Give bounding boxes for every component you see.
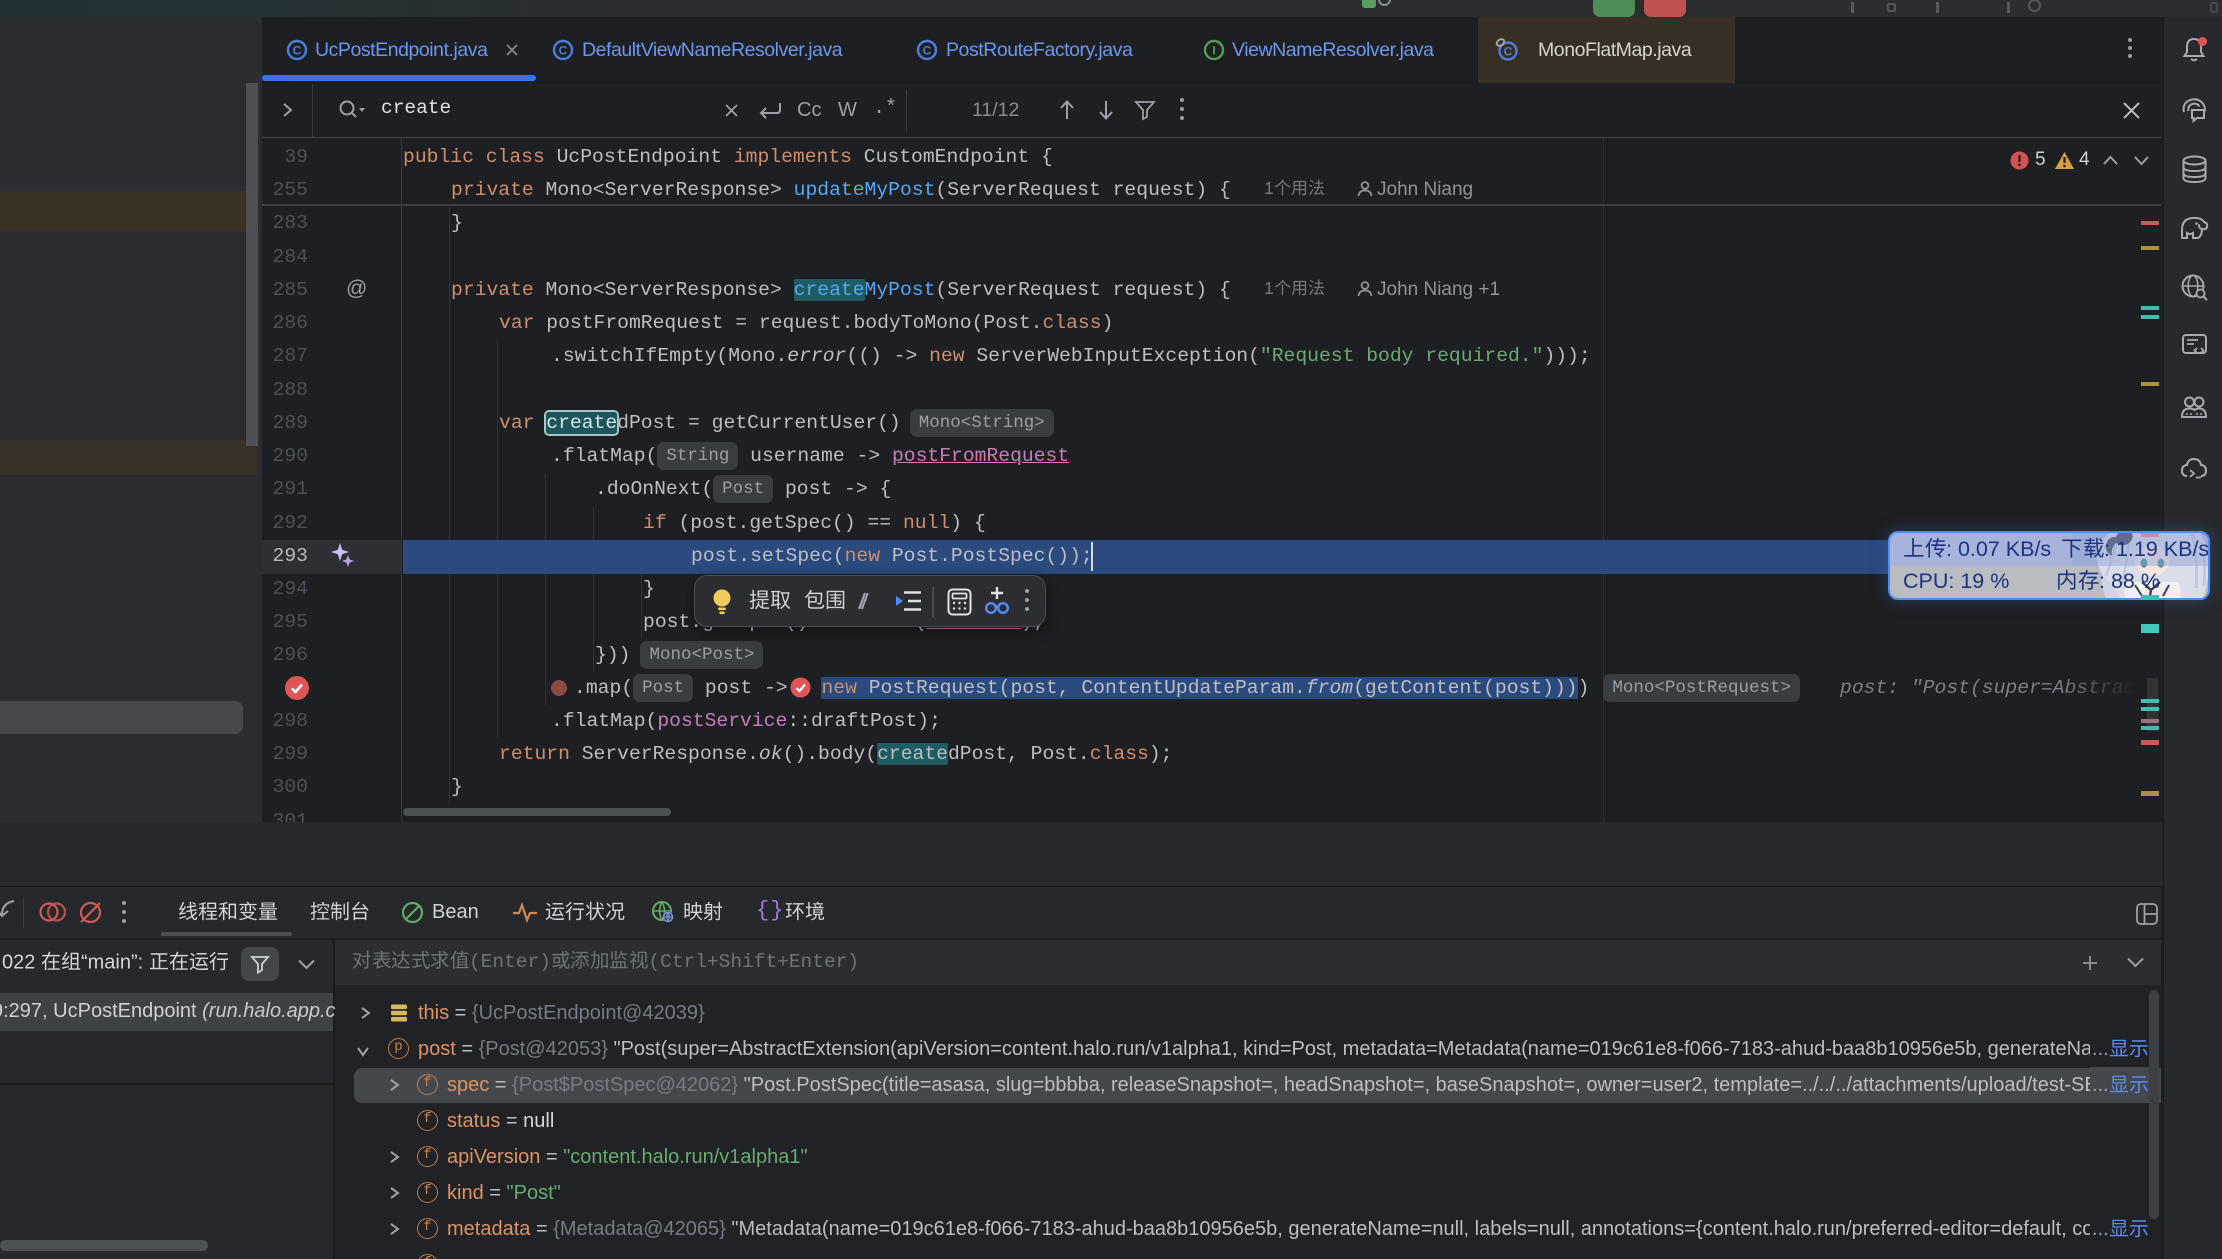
svg-text:C: C bbox=[1504, 45, 1513, 59]
svg-text:C: C bbox=[923, 44, 932, 58]
svg-text:C: C bbox=[293, 44, 302, 58]
svg-text:C: C bbox=[559, 44, 568, 58]
svg-text:I: I bbox=[1212, 44, 1215, 58]
